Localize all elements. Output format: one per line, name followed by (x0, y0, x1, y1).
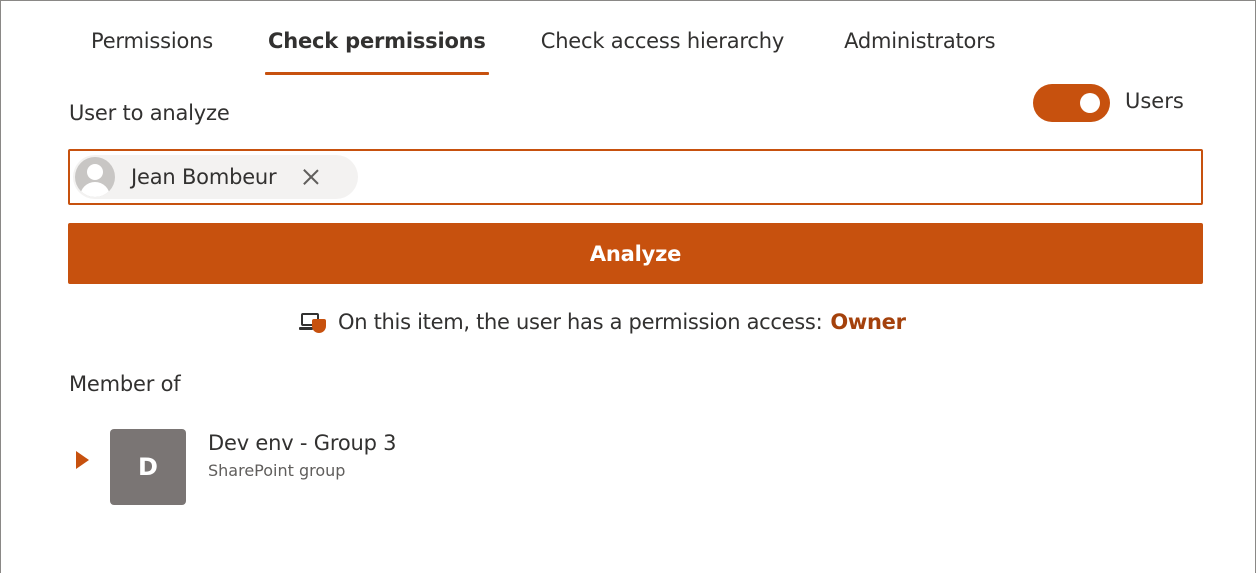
people-picker-input[interactable]: Jean Bombeur (68, 149, 1203, 205)
remove-user-icon[interactable] (300, 166, 322, 188)
tab-permissions[interactable]: Permissions (91, 29, 213, 75)
panel: Permissions Check permissions Check acce… (0, 0, 1256, 573)
permission-shield-icon (298, 309, 328, 335)
selected-user-name: Jean Bombeur (131, 165, 277, 189)
tab-check-access-hierarchy[interactable]: Check access hierarchy (541, 29, 785, 75)
tab-check-permissions[interactable]: Check permissions (265, 29, 489, 75)
expand-arrow-icon[interactable] (76, 451, 89, 469)
group-list-item: D Dev env - Group 3 SharePoint group (76, 429, 397, 505)
group-name[interactable]: Dev env - Group 3 (208, 431, 397, 455)
permission-result-text: On this item, the user has a permission … (338, 310, 823, 334)
group-text: Dev env - Group 3 SharePoint group (208, 431, 397, 480)
selected-user-chip: Jean Bombeur (73, 155, 358, 199)
tab-bar: Permissions Check permissions Check acce… (91, 29, 996, 75)
users-toggle[interactable] (1033, 84, 1110, 122)
permission-level: Owner (830, 310, 906, 334)
analyze-button[interactable]: Analyze (68, 223, 1203, 284)
group-type: SharePoint group (208, 460, 346, 480)
tab-administrators[interactable]: Administrators (844, 29, 995, 75)
user-to-analyze-label: User to analyze (69, 101, 230, 125)
toggle-knob (1080, 93, 1100, 113)
user-avatar-icon (75, 157, 115, 197)
group-avatar: D (110, 429, 186, 505)
member-of-title: Member of (69, 372, 181, 396)
users-toggle-group: Users (1033, 84, 1184, 122)
permission-result: On this item, the user has a permission … (298, 309, 906, 335)
users-toggle-label: Users (1125, 89, 1184, 113)
